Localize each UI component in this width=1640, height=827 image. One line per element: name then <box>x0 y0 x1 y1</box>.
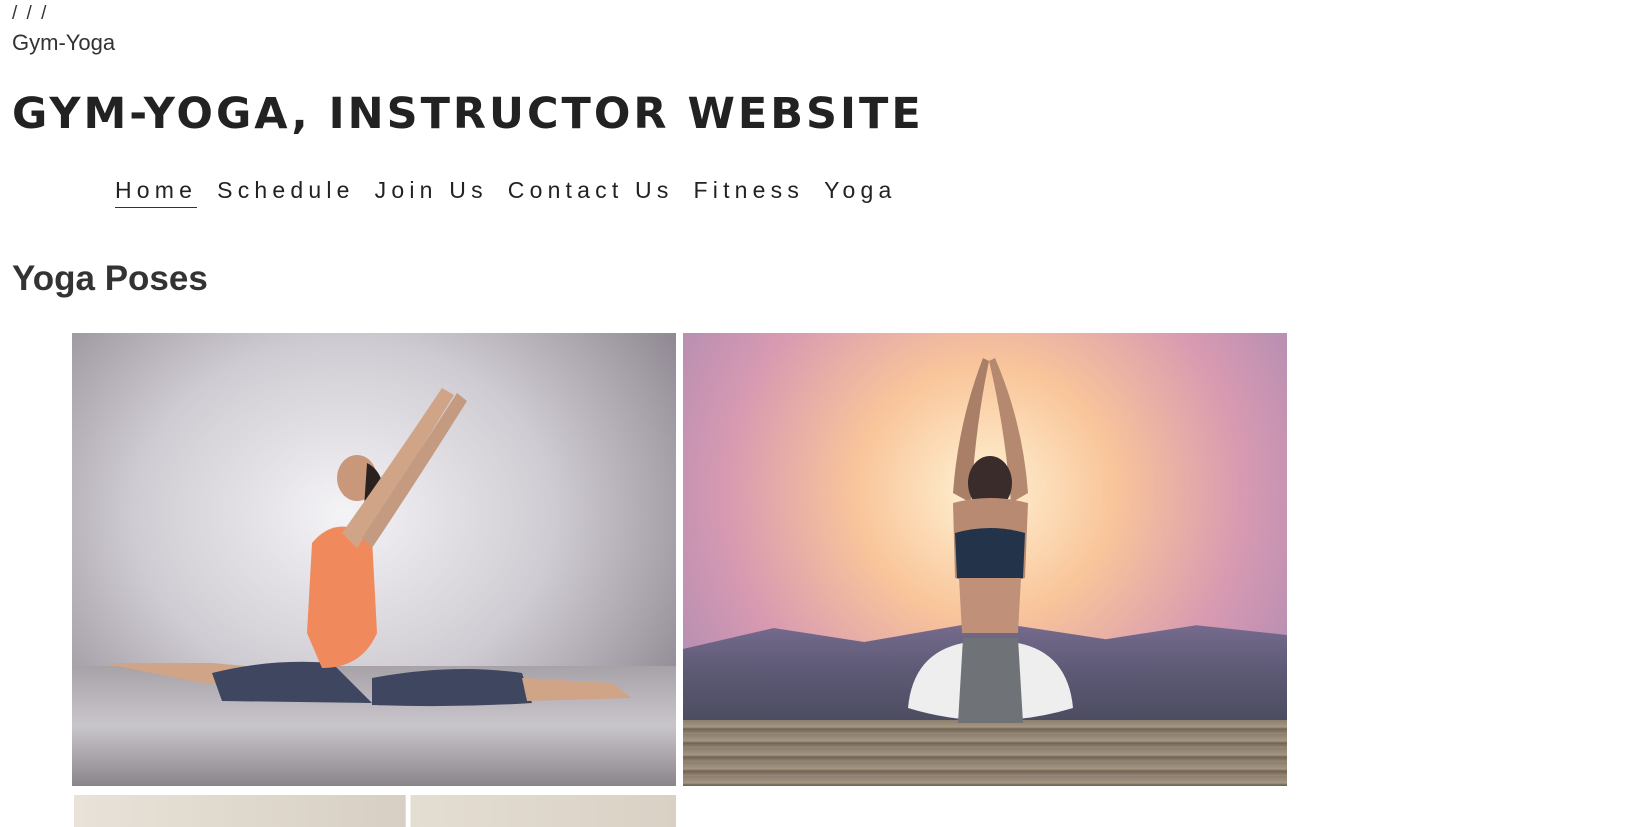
meditation-figure <box>908 358 1073 723</box>
nav-item-join-us[interactable]: Join Us <box>375 175 488 208</box>
site-title: GYM-YOGA, INSTRUCTOR WEBSITE <box>12 89 924 139</box>
nav-item-home[interactable]: Home <box>115 175 198 208</box>
split-pose-figure <box>102 388 632 707</box>
sunset-meditation-photo <box>683 333 1287 786</box>
breadcrumb: / / / <box>12 3 49 24</box>
section-title: Yoga Poses <box>12 259 208 298</box>
nav-item-schedule[interactable]: Schedule <box>217 175 355 208</box>
site-name: Gym-Yoga <box>12 30 116 55</box>
nav-item-yoga[interactable]: Yoga <box>824 175 896 208</box>
split-pose-photo <box>72 333 676 786</box>
page: / / / Gym-Yoga GYM-YOGA, INSTRUCTOR WEBS… <box>0 0 1640 827</box>
third-pose-photo <box>74 795 676 827</box>
main-nav: Home Schedule Join Us Contact Us Fitness… <box>115 175 916 208</box>
nav-item-fitness[interactable]: Fitness <box>694 175 805 208</box>
nav-item-contact-us[interactable]: Contact Us <box>508 175 674 208</box>
